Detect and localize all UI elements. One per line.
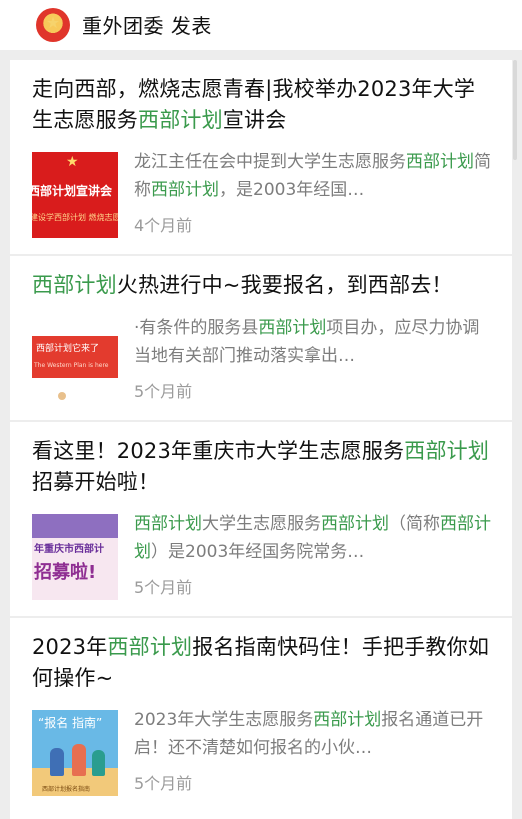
article-time: 5个月前 [134,382,193,401]
snippet-text: ·有条件的服务县 [134,318,259,338]
article-thumbnail[interactable]: ★ 西部计划宣讲会 建设学西部计划 燃烧志愿青春 [32,152,118,238]
snippet-text: （简称 [389,514,440,534]
person-icon [92,750,105,776]
snippet-text: 大学生志愿服务 [202,514,321,534]
article-title[interactable]: 2023年西部计划报名指南快码住！手把手教你如何操作~ [32,632,492,694]
thumbnail-text: 西部计划它来了 [36,344,100,354]
snippet-text: 龙江主任在会中提到大学生志愿服务 [134,152,406,172]
title-highlight: 西部计划 [107,635,193,659]
article-card[interactable]: 走向西部，燃烧志愿青春|我校举办2023年大学生志愿服务西部计划宣讲会 ★ 西部… [10,60,512,254]
thumbnail-bigtext: 招募啦! [34,562,97,583]
dot-icon [58,392,66,400]
account-name: 重外团委 [82,14,164,38]
person-icon [50,748,64,776]
article-title[interactable]: 西部计划火热进行中~我要报名，到西部去！ [32,270,492,301]
article-thumbnail[interactable]: “报名 指南” 西部计划报名指南 [32,710,118,796]
article-time: 5个月前 [134,578,193,597]
article-thumbnail[interactable]: 年重庆市西部计 招募啦! [32,514,118,600]
thumbnail-text: “报名 指南” [38,716,103,730]
account-logo [36,8,70,42]
article-card[interactable]: 2023年西部计划报名指南快码住！手把手教你如何操作~ “报名 指南” 西部计划… [10,618,512,819]
person-icon [72,744,86,776]
snippet-text: ，是2003年经国… [219,180,365,200]
thumbnail-band [32,514,118,538]
title-highlight: 西部计划 [404,439,490,463]
star-icon: ★ [66,154,79,170]
article-time: 4个月前 [134,216,193,235]
article-title[interactable]: 看这里！2023年重庆市大学生志愿服务西部计划招募开始啦！ [32,436,492,498]
title-text: 宣讲会 [222,108,287,132]
thumbnail-subtext: The Western Plan is here [34,362,109,369]
snippet-text: ）是2003年经国务院常务… [151,542,365,562]
article-snippet: 2023年大学生志愿服务西部计划报名通道已开启！还不清楚如何报名的小伙… [134,706,492,762]
account-action: 发表 [170,14,212,38]
title-text: 看这里！2023年重庆市大学生志愿服务 [32,439,405,463]
title-highlight: 西部计划 [138,108,223,132]
thumbnail-subtext: 建设学西部计划 燃烧志愿青春 [32,213,118,222]
article-card[interactable]: 西部计划火热进行中~我要报名，到西部去！ 西部计划它来了 The Western… [10,256,512,420]
thumbnail-text: 西部计划宣讲会 [32,184,113,198]
article-snippet: 龙江主任在会中提到大学生志愿服务西部计划简称西部计划，是2003年经国… [134,148,492,204]
snippet-highlight: 西部计划 [134,514,202,534]
snippet-highlight: 西部计划 [321,514,389,534]
article-thumbnail[interactable]: 西部计划它来了 The Western Plan is here [32,318,118,404]
title-text: 招募开始啦！ [32,470,160,494]
snippet-highlight: 西部计划 [258,318,327,338]
article-time: 5个月前 [134,774,193,793]
snippet-highlight: 西部计划 [151,180,219,200]
page: 重外团委 发表 走向西部，燃烧志愿青春|我校举办2023年大学生志愿服务西部计划… [0,0,522,819]
account-title: 重外团委 发表 [82,10,212,39]
snippet-highlight: 西部计划 [313,710,382,730]
account-header[interactable]: 重外团委 发表 [0,0,522,50]
scrollbar[interactable] [513,60,517,160]
article-title[interactable]: 走向西部，燃烧志愿青春|我校举办2023年大学生志愿服务西部计划宣讲会 [32,74,492,136]
title-text: 火热进行中~我要报名，到西部去！ [116,273,453,297]
thumbnail-text: 年重庆市西部计 [34,544,104,555]
title-highlight: 西部计划 [32,273,117,297]
snippet-text: 2023年大学生志愿服务 [134,710,314,730]
title-text: 2023年 [32,635,108,659]
article-snippet: 西部计划大学生志愿服务西部计划（简称西部计划）是2003年经国务院常务… [134,510,492,566]
article-snippet: ·有条件的服务县西部计划项目办，应尽力协调当地有关部门推动落实拿出… [134,314,492,370]
snippet-highlight: 西部计划 [406,152,474,172]
article-card[interactable]: 看这里！2023年重庆市大学生志愿服务西部计划招募开始啦！ 年重庆市西部计 招募… [10,422,512,616]
thumbnail-subtext: 西部计划报名指南 [42,786,91,793]
